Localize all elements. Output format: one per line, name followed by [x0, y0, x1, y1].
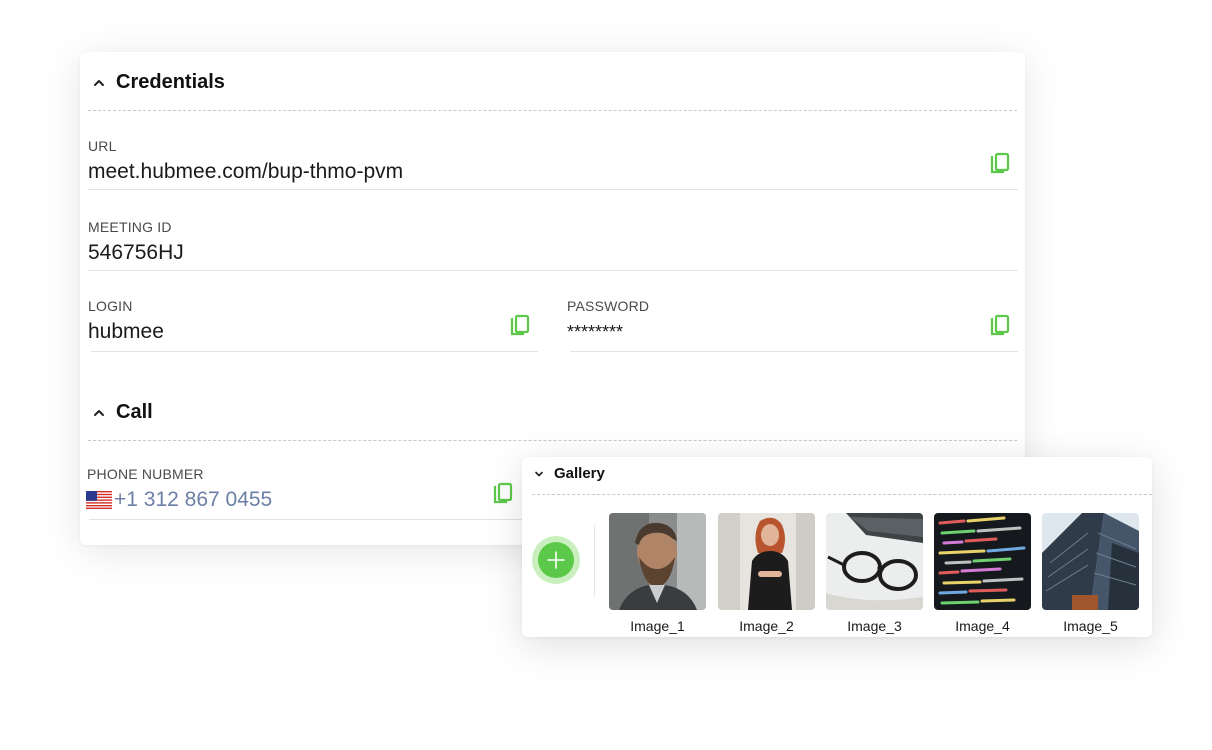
password-field[interactable]: PASSWORD ********	[567, 298, 1018, 352]
plus-icon	[547, 551, 565, 569]
image-5-label: Image_5	[1063, 618, 1118, 634]
password-value: ********	[567, 322, 624, 342]
chevron-down-icon	[535, 471, 543, 476]
login-label: LOGIN	[88, 298, 133, 314]
section-divider	[88, 110, 1017, 111]
copy-password-icon[interactable]	[989, 314, 1011, 338]
gallery-section-toggle[interactable]: Gallery	[534, 465, 605, 482]
password-underline	[570, 351, 1018, 352]
copy-phone-icon[interactable]	[492, 482, 514, 506]
add-button-circle	[538, 542, 574, 578]
url-field[interactable]: URL meet.hubmee.com/bup-thmo-pvm	[88, 138, 1018, 190]
login-field[interactable]: LOGIN hubmee	[88, 298, 538, 352]
copy-login-icon[interactable]	[509, 314, 531, 338]
gallery-card: Gallery Image_1 Image_2 Image_3 Image_4 …	[522, 457, 1152, 637]
gallery-image-5[interactable]	[1042, 513, 1139, 610]
call-section-toggle[interactable]: Call	[92, 401, 153, 424]
meeting-id-label: MEETING ID	[88, 219, 172, 235]
us-flag-icon	[86, 491, 112, 509]
meeting-id-underline	[88, 270, 1018, 271]
copy-url-icon[interactable]	[989, 152, 1011, 176]
chevron-up-icon	[94, 409, 104, 416]
image-2-label: Image_2	[739, 618, 794, 634]
phone-value-row: +1 312 867 0455	[86, 488, 526, 512]
call-title: Call	[116, 401, 153, 423]
image-4-label: Image_4	[955, 618, 1010, 634]
chevron-up-icon	[94, 79, 104, 86]
image-2-thumbnail	[718, 513, 815, 610]
meeting-id-field[interactable]: MEETING ID 546756HJ	[88, 219, 1018, 271]
phone-field[interactable]: PHONE NUBMER +1 312 867 0455	[86, 466, 526, 520]
password-label: PASSWORD	[567, 298, 650, 314]
login-underline	[91, 351, 538, 352]
meeting-id-value: 546756HJ	[88, 241, 184, 264]
gallery-image-3[interactable]	[826, 513, 923, 610]
image-3-thumbnail	[826, 513, 923, 610]
url-underline	[88, 189, 1018, 190]
login-value: hubmee	[88, 320, 164, 343]
section-divider	[532, 494, 1152, 495]
url-label: URL	[88, 138, 117, 154]
url-value: meet.hubmee.com/bup-thmo-pvm	[88, 160, 404, 183]
phone-value: +1 312 867 0455	[114, 488, 273, 511]
gallery-image-4[interactable]	[934, 513, 1031, 610]
image-3-label: Image_3	[847, 618, 902, 634]
gallery-title: Gallery	[554, 465, 605, 482]
phone-label: PHONE NUBMER	[87, 466, 204, 482]
image-1-label: Image_1	[630, 618, 685, 634]
credentials-title: Credentials	[116, 71, 225, 93]
image-5-thumbnail	[1042, 513, 1139, 610]
gallery-image-1[interactable]	[609, 513, 706, 610]
image-4-thumbnail	[934, 513, 1031, 610]
credentials-section-toggle[interactable]: Credentials	[92, 71, 225, 94]
gallery-divider	[594, 525, 595, 597]
image-1-thumbnail	[609, 513, 706, 610]
add-image-button[interactable]	[532, 536, 580, 584]
section-divider	[88, 440, 1017, 441]
phone-underline	[89, 519, 526, 520]
gallery-image-2[interactable]	[718, 513, 815, 610]
